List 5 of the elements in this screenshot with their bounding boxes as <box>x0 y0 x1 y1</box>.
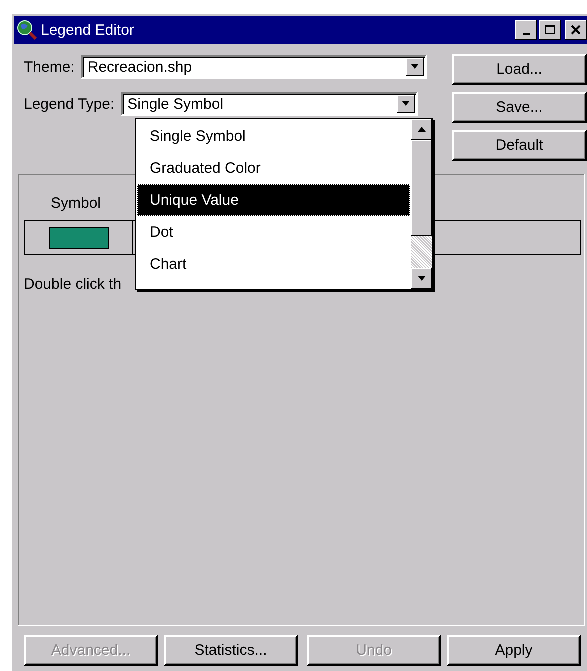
column-header: Symbol <box>51 195 102 212</box>
window-title: Legend Editor <box>41 22 136 38</box>
theme-label: Theme: <box>24 58 75 76</box>
legend-type-label: Legend Type: <box>24 96 115 112</box>
hint-text: Double click th <box>24 276 122 293</box>
